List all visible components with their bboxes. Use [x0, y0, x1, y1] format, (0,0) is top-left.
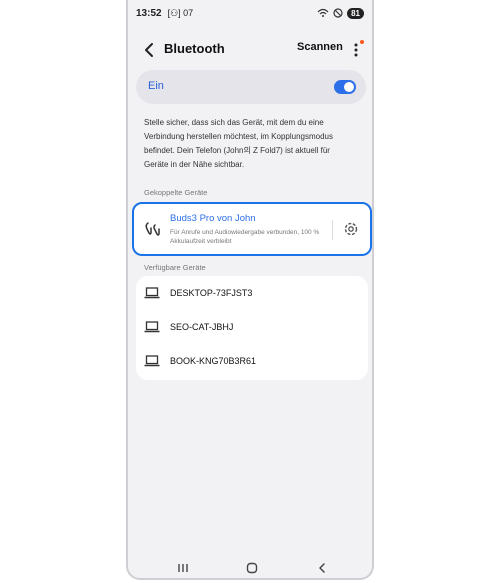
- bluetooth-toggle-row[interactable]: Ein: [136, 70, 366, 104]
- available-devices-list: DESKTOP-73FJST3 SEO-CAT-JBHJ BOOK-KNG70B…: [136, 276, 368, 380]
- available-device-name: DESKTOP-73FJST3: [170, 288, 253, 298]
- page-title: Bluetooth: [164, 41, 225, 56]
- wifi-icon: [317, 8, 329, 17]
- available-device-name: BOOK-KNG70B3R61: [170, 356, 257, 366]
- paired-device-status: Für Anrufe und Audiowiedergabe verbunden…: [170, 229, 320, 245]
- available-device-name: SEO-CAT-JBHJ: [170, 322, 234, 332]
- paired-device-card[interactable]: Buds3 Pro von John Für Anrufe und Audiow…: [132, 202, 372, 256]
- back-arrow-icon[interactable]: [140, 40, 160, 60]
- available-section-label: Verfügbare Geräte: [144, 263, 206, 272]
- earbuds-icon: [145, 222, 160, 236]
- laptop-icon: [144, 287, 160, 299]
- gear-icon[interactable]: [342, 220, 360, 238]
- toggle-label: Ein: [148, 80, 164, 92]
- status-bar: 13:52 [⚇] 07 81: [136, 4, 364, 22]
- nav-back-icon[interactable]: [316, 562, 328, 574]
- phone-screen: 13:52 [⚇] 07 81 Bluetooth Scannen Ein St…: [126, 0, 374, 580]
- status-notification: [⚇] 07: [167, 7, 194, 18]
- nav-recent-icon[interactable]: [176, 563, 190, 573]
- battery-badge: 81: [347, 7, 364, 19]
- notification-dot: [360, 40, 364, 44]
- dnd-icon: [333, 8, 343, 18]
- app-header: Bluetooth Scannen: [128, 36, 372, 64]
- laptop-icon: [144, 321, 160, 333]
- available-device-item[interactable]: BOOK-KNG70B3R61: [136, 344, 368, 378]
- status-time: 13:52: [136, 7, 162, 19]
- bluetooth-switch[interactable]: [334, 80, 356, 94]
- divider: [332, 220, 333, 240]
- available-device-item[interactable]: DESKTOP-73FJST3: [136, 276, 368, 310]
- visibility-description: Stelle sicher, dass sich das Gerät, mit …: [144, 118, 333, 169]
- nav-home-icon[interactable]: [246, 562, 258, 574]
- system-nav-bar: [128, 558, 372, 578]
- scan-button[interactable]: Scannen: [297, 41, 343, 53]
- paired-device-name: Buds3 Pro von John: [170, 213, 256, 224]
- laptop-icon: [144, 355, 160, 367]
- paired-section-label: Gekoppelte Geräte: [144, 188, 208, 197]
- status-icons: 81: [317, 7, 364, 19]
- available-device-item[interactable]: SEO-CAT-JBHJ: [136, 310, 368, 344]
